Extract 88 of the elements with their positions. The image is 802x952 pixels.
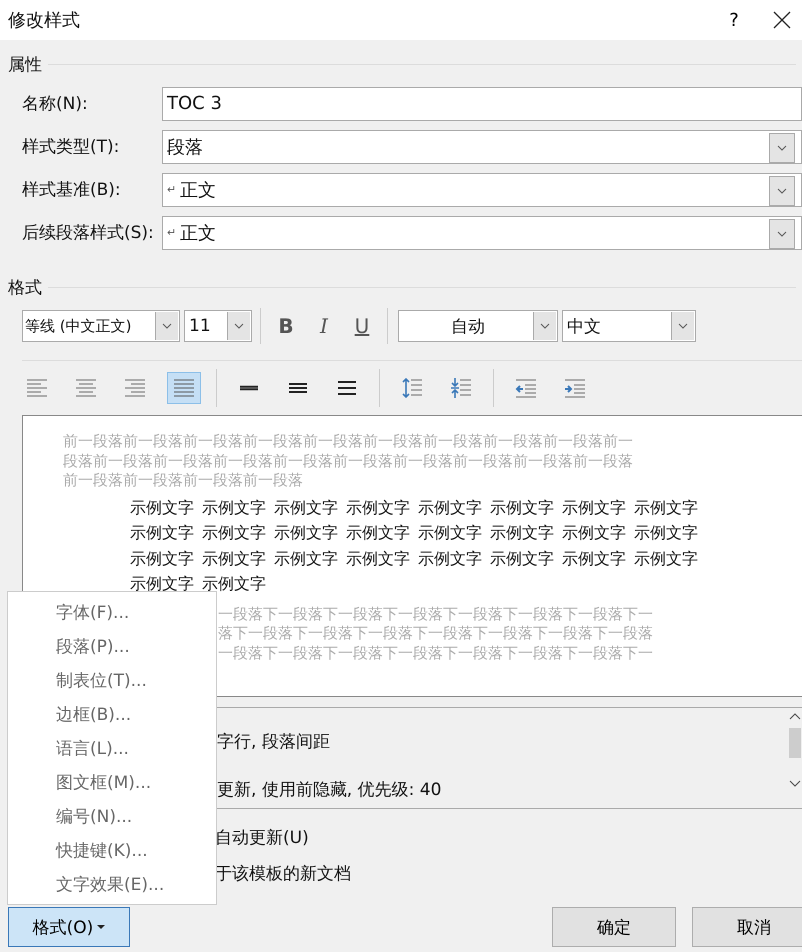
sample-text: 示例文字 xyxy=(418,548,482,570)
sample-text: 示例文字 xyxy=(274,548,338,570)
sample-text: 示例文字 xyxy=(202,496,266,518)
menu-item[interactable]: 段落(P)... xyxy=(8,629,216,663)
sample-text: 示例文字 xyxy=(346,548,410,570)
menu-item[interactable]: 边框(B)... xyxy=(8,697,216,731)
sample-text: 示例文字 xyxy=(130,548,194,570)
sample-text: 示例文字 xyxy=(562,522,626,544)
menu-item[interactable]: 快捷键(K)... xyxy=(8,833,216,867)
single-spacing-icon xyxy=(238,385,260,391)
field-label: 样式基准(B): xyxy=(21,179,122,201)
style-dropdown[interactable]: 段落 xyxy=(162,130,802,164)
underline-button[interactable]: U xyxy=(345,310,379,342)
chevron-down-icon xyxy=(777,188,787,194)
option-label: 于该模板的新文档 xyxy=(215,862,351,884)
section-heading: 格式 xyxy=(8,276,42,298)
caret-icon xyxy=(97,924,106,930)
align-left-icon xyxy=(26,377,48,399)
preview-text: 前一段落前一段落前一段落前一段落前一段落前一段落前一段落前一段落前一段落前一 xyxy=(63,432,634,452)
justify-button[interactable] xyxy=(167,372,201,404)
sample-text: 示例文字 xyxy=(418,496,482,518)
cancel-button[interactable]: 取消 xyxy=(692,907,802,947)
sample-text: 示例文字 xyxy=(490,522,554,544)
italic-button[interactable]: I xyxy=(307,310,341,342)
menu-item[interactable]: 语言(L)... xyxy=(8,731,216,765)
justify-icon xyxy=(173,377,195,399)
chevron-down-icon xyxy=(678,323,688,329)
window-title: 修改样式 xyxy=(8,9,81,32)
sample-text: 示例文字 xyxy=(346,496,410,518)
bold-button[interactable]: B xyxy=(269,310,303,342)
preview-text: 一段落下一段落下一段落下一段落下一段落下一段落下一段落下一 xyxy=(218,644,654,663)
script-dropdown[interactable]: 中文 xyxy=(562,310,696,342)
style-dropdown[interactable]: ↵ 正文 xyxy=(162,172,802,206)
sample-text: 示例文字 xyxy=(202,522,266,544)
sample-text: 示例文字 xyxy=(418,522,482,544)
section-heading: 属性 xyxy=(8,54,42,76)
description-text: 字行, 段落间距 xyxy=(217,731,331,754)
sample-text: 示例文字 xyxy=(634,522,698,544)
size-dropdown[interactable]: 11 xyxy=(184,310,252,342)
menu-item[interactable]: 文字效果(E)... xyxy=(8,867,216,901)
space-decrease-icon xyxy=(450,377,472,399)
sample-text: 示例文字 xyxy=(130,496,194,518)
field-label: 后续段落样式(S): xyxy=(21,222,155,244)
sample-text: 示例文字 xyxy=(490,496,554,518)
ok-button[interactable]: 确定 xyxy=(552,907,676,947)
field-label: 名称(N): xyxy=(21,93,89,115)
sample-text: 示例文字 xyxy=(202,548,266,570)
menu-item[interactable]: 图文框(M)... xyxy=(8,765,216,799)
help-button[interactable]: ? xyxy=(714,8,754,32)
style-dropdown[interactable]: ↵ 正文 xyxy=(162,216,802,250)
align-center-icon xyxy=(75,377,97,399)
sample-text: 示例文字 xyxy=(346,522,410,544)
sample-text: 示例文字 xyxy=(634,496,698,518)
preview-text: 前一段落前一段落前一段落前一段落 xyxy=(63,471,304,490)
preview-text: 落下一段落下一段落下一段落下一段落下一段落下一段落下一段落 xyxy=(218,624,654,644)
font-dropdown[interactable]: 等线 (中文正文) xyxy=(22,310,180,342)
sample-text: 示例文字 xyxy=(634,548,698,570)
sample-text: 示例文字 xyxy=(562,496,626,518)
option-label: 自动更新(U) xyxy=(215,826,309,848)
chevron-down-icon xyxy=(540,323,550,329)
indent-icon xyxy=(564,377,586,399)
menu-item[interactable]: 字体(F)... xyxy=(8,595,216,629)
sample-text: 示例文字 xyxy=(490,548,554,570)
menu-item[interactable]: 制表位(T)... xyxy=(8,663,216,697)
sample-text: 示例文字 xyxy=(274,522,338,544)
preview-text: 一段落下一段落下一段落下一段落下一段落下一段落下一段落下一 xyxy=(218,604,654,624)
menu-item[interactable]: 编号(N)... xyxy=(8,799,216,833)
preview-text: 段落前一段落前一段落前一段落前一段落前一段落前一段落前一段落前一段落前一段落 xyxy=(63,452,634,471)
chevron-down-icon[interactable] xyxy=(789,780,801,788)
close-icon[interactable] xyxy=(772,10,792,30)
sample-text: 示例文字 xyxy=(130,522,194,544)
chevron-down-icon xyxy=(777,230,787,236)
format-button[interactable]: 格式(O) xyxy=(8,907,130,947)
color-dropdown[interactable]: 自动 xyxy=(398,310,558,342)
field-label: 样式类型(T): xyxy=(21,136,120,158)
align-right-icon xyxy=(124,377,146,399)
chevron-down-icon xyxy=(234,323,244,329)
sample-text: 示例文字 xyxy=(202,573,266,595)
outdent-icon xyxy=(515,377,537,399)
chevron-down-icon xyxy=(162,323,172,329)
sample-text: 示例文字 xyxy=(274,496,338,518)
name-field[interactable]: TOC 3 xyxy=(162,86,802,120)
chevron-down-icon xyxy=(777,144,787,150)
sample-text: 示例文字 xyxy=(562,548,626,570)
chevron-up-icon[interactable] xyxy=(789,712,801,720)
description-text: 更新, 使用前隐藏, 优先级: 40 xyxy=(217,779,442,802)
sample-text: 示例文字 xyxy=(130,573,194,595)
space-increase-icon xyxy=(401,377,423,399)
